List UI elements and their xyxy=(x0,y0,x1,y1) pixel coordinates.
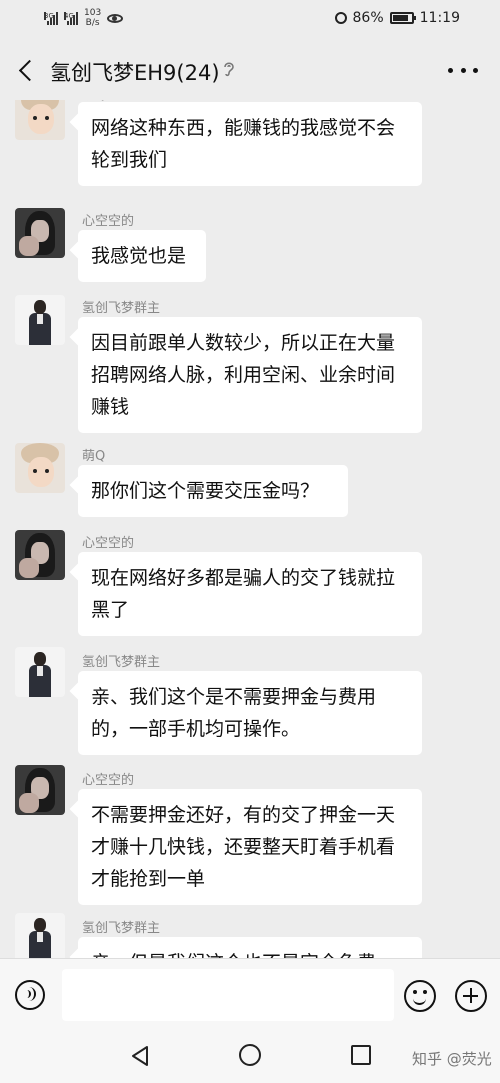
message-bubble[interactable]: 网络这种东西，能赚钱的我感觉不会轮到我们 xyxy=(78,102,422,186)
battery-icon xyxy=(389,12,416,24)
alarm-icon xyxy=(334,12,347,24)
sender-name: 氢创飞梦群主 xyxy=(82,921,161,936)
sender-name: 氢创飞梦群主 xyxy=(82,655,161,670)
emoji-icon[interactable] xyxy=(404,980,436,1012)
sender-name: 萌Q xyxy=(82,449,106,464)
message-bubble[interactable]: 现在网络好多都是骗人的交了钱就拉黑了 xyxy=(78,552,422,636)
network-speed-unit: B/s xyxy=(85,18,100,28)
nav-recent-apps-icon[interactable] xyxy=(351,1045,371,1065)
avatar[interactable] xyxy=(15,530,65,580)
chat-header: 氢创飞梦EH9(24) xyxy=(0,40,500,100)
plus-icon[interactable] xyxy=(455,980,487,1012)
nav-back-icon[interactable] xyxy=(130,1045,150,1067)
avatar[interactable] xyxy=(15,443,65,493)
system-nav-bar: 知乎 @荧光 xyxy=(0,1030,500,1083)
avatar[interactable] xyxy=(15,765,65,815)
battery-percent: 86% xyxy=(352,10,384,26)
watermark: 知乎 @荧光 xyxy=(412,1050,492,1068)
avatar[interactable] xyxy=(15,647,65,697)
more-options-button[interactable] xyxy=(448,58,478,82)
network-type-label: 4G xyxy=(64,12,74,20)
sender-name: 心空空的 xyxy=(82,536,135,551)
status-right: 86% 11:19 xyxy=(334,10,460,26)
chat-title: 氢创飞梦EH9(24) xyxy=(50,61,220,85)
message-bubble[interactable]: 亲、我们这个是不需要押金与费用的，一部手机均可操作。 xyxy=(78,671,422,755)
voice-input-icon[interactable] xyxy=(15,980,45,1010)
message-input[interactable] xyxy=(62,969,394,1021)
sender-name: 氢创飞梦群主 xyxy=(82,301,161,316)
avatar[interactable] xyxy=(15,100,65,140)
network-speed-value: 103 xyxy=(84,8,102,18)
avatar[interactable] xyxy=(15,913,65,958)
message-bubble[interactable]: 那你们这个需要交压金吗？ xyxy=(78,465,348,517)
signal-icon: 4G xyxy=(64,11,78,25)
chat-message-list[interactable]: 萌Q 网络这种东西，能赚钱的我感觉不会轮到我们 心空空的 我感觉也是 氢创飞梦群… xyxy=(0,100,500,958)
sender-name: 心空空的 xyxy=(82,214,135,229)
status-bar: 3G 4G 103 B/s 86% 11:19 xyxy=(0,0,500,40)
avatar[interactable] xyxy=(15,208,65,258)
sender-name: 心空空的 xyxy=(82,773,135,788)
earpiece-mode-icon xyxy=(224,62,234,77)
nav-home-icon[interactable] xyxy=(239,1044,261,1066)
eye-comfort-icon xyxy=(107,13,124,23)
status-left: 3G 4G 103 B/s xyxy=(44,8,124,28)
network-type-label: 3G xyxy=(44,12,54,20)
message-bubble[interactable]: 亲，但是我们这个也不是完全免费 xyxy=(78,937,422,958)
message-bubble[interactable]: 不需要押金还好，有的交了押金一天才赚十几快钱，还要整天盯着手机看才能抢到一单 xyxy=(78,789,422,905)
message-bubble[interactable]: 我感觉也是 xyxy=(78,230,206,282)
status-time: 11:19 xyxy=(419,10,460,26)
avatar[interactable] xyxy=(15,295,65,345)
message-bubble[interactable]: 因目前跟单人数较少，所以正在大量招聘网络人脉，利用空闲、业余时间赚钱 xyxy=(78,317,422,433)
chat-input-bar xyxy=(0,958,500,1031)
network-speed: 103 B/s xyxy=(84,8,101,28)
back-arrow-icon[interactable] xyxy=(14,56,40,84)
signal-icon: 3G xyxy=(44,11,58,25)
